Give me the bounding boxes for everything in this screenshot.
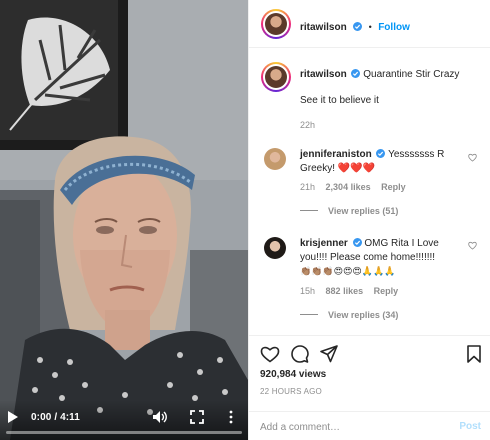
reply-button[interactable]: Reply (374, 286, 399, 296)
current-time: 0:00 (31, 411, 52, 423)
view-replies-line (300, 314, 318, 315)
duration: 4:11 (60, 411, 80, 423)
video-player[interactable]: 0:00 / 4:11 (0, 0, 248, 440)
comment-time[interactable]: 15h (300, 286, 315, 296)
follow-button[interactable]: Follow (378, 22, 410, 33)
comment-text-1: OMG Rita I Love (364, 238, 439, 249)
video-controls: 0:00 / 4:11 (0, 400, 248, 440)
views-count[interactable]: 920,984 views (260, 369, 326, 380)
framed-leaf-picture (0, 0, 128, 150)
video-frame (0, 0, 248, 440)
view-replies-line (300, 210, 318, 211)
video-time: 0:00 / 4:11 (31, 412, 80, 423)
header-separator: • (368, 22, 372, 32)
comment-text-2: you!!!! Please come home!!!!!!! (300, 252, 436, 263)
more-vertical-icon[interactable] (228, 410, 234, 424)
comment-text-2: Greeky! ❤️❤️❤️ (300, 163, 376, 174)
comment-like-heart-icon[interactable] (468, 153, 477, 162)
verified-badge-icon (376, 149, 386, 158)
commenter-avatar[interactable] (264, 237, 286, 259)
comment-username[interactable]: jenniferaniston (300, 149, 372, 160)
video-progress-bar[interactable] (6, 431, 242, 434)
caption-text-2: See it to believe it (300, 95, 379, 106)
comment-likes[interactable]: 2,304 likes (326, 182, 371, 192)
author-avatar[interactable] (261, 9, 291, 39)
comment-line-1: krisjenner OMG Rita I Love (300, 236, 439, 251)
view-replies-button[interactable]: View replies (51) (300, 206, 398, 216)
view-replies-label: View replies (51) (328, 206, 399, 216)
caption-line-1: ritawilson Quarantine Stir Crazy (300, 67, 459, 82)
play-icon[interactable] (7, 410, 19, 424)
comment-line-1: jenniferaniston Yesssssss R (300, 147, 444, 162)
time-separator: / (54, 411, 58, 423)
bookmark-icon[interactable] (467, 345, 481, 363)
author-line: ritawilson • Follow (300, 17, 410, 35)
comment-input[interactable] (260, 418, 450, 436)
share-icon[interactable] (320, 345, 338, 363)
comment-text-1: Yesssssss R (388, 149, 445, 160)
caption-username[interactable]: ritawilson (300, 69, 347, 80)
post-side-panel: ritawilson • Follow ritawilson Quarantin… (248, 0, 490, 440)
verified-badge-icon (351, 69, 361, 78)
verified-badge-icon (352, 238, 362, 247)
fullscreen-icon[interactable] (190, 410, 204, 424)
comment-meta: 15h 882 likes Reply (300, 286, 398, 296)
view-replies-button[interactable]: View replies (34) (300, 310, 398, 320)
caption-text-1: Quarantine Stir Crazy (363, 69, 460, 80)
caption-avatar[interactable] (261, 62, 291, 92)
add-comment-bar: Post (249, 411, 490, 440)
commenter-avatar[interactable] (264, 148, 286, 170)
verified-badge-icon (353, 22, 363, 31)
comment-time[interactable]: 21h (300, 182, 315, 192)
posted-time[interactable]: 22 HOURS AGO (260, 387, 322, 396)
post-comment-button[interactable]: Post (459, 421, 481, 432)
post-actions: 920,984 views 22 HOURS AGO Post (249, 335, 490, 440)
volume-icon[interactable] (152, 410, 168, 424)
comment-meta: 21h 2,304 likes Reply (300, 182, 406, 192)
comment-username[interactable]: krisjenner (300, 238, 348, 249)
comment-likes[interactable]: 882 likes (326, 286, 364, 296)
comment-like-heart-icon[interactable] (468, 241, 477, 250)
comment-emojis: 👏🏽👏🏽👏🏽😍😍😍🙏🙏🙏 (300, 266, 396, 276)
post-header: ritawilson • Follow (249, 0, 490, 48)
view-replies-label: View replies (34) (328, 310, 399, 320)
like-heart-icon[interactable] (260, 345, 280, 363)
caption-time[interactable]: 22h (300, 120, 315, 130)
comment-icon[interactable] (291, 345, 309, 363)
author-username[interactable]: ritawilson (300, 22, 347, 33)
reply-button[interactable]: Reply (381, 182, 406, 192)
